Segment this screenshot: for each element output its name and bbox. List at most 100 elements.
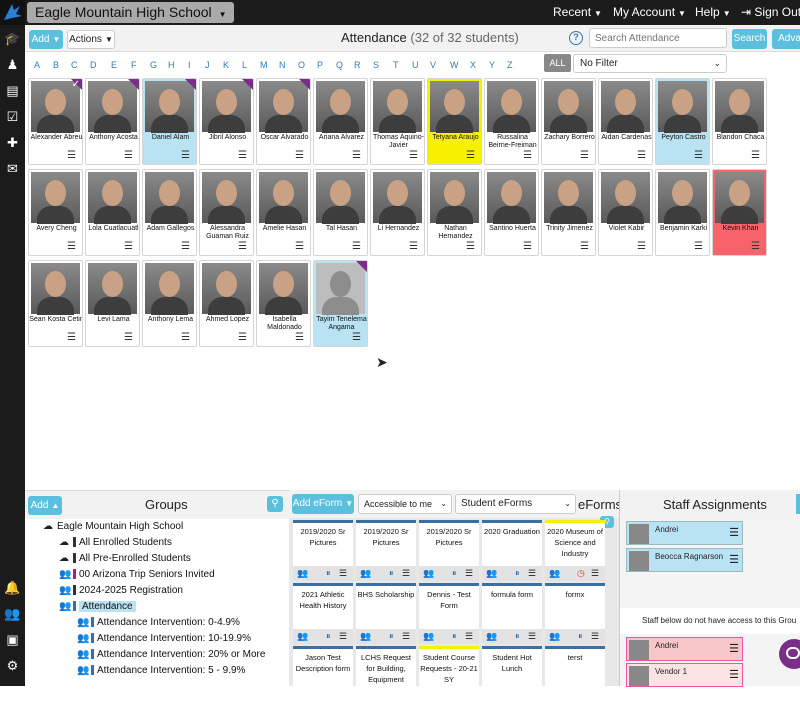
hamburger-menu-icon[interactable]: ☰	[729, 526, 739, 539]
letter-filter-w[interactable]: W	[450, 60, 459, 70]
group-tree-item[interactable]: 👥 Attendance Intervention: 10-19.9%	[77, 633, 251, 644]
hamburger-menu-icon[interactable]: ☰	[181, 150, 190, 161]
student-card[interactable]: Blandon Chaca ☰	[712, 78, 767, 165]
student-card[interactable]: Russalina Beirne-Freiman ☰	[484, 78, 539, 165]
eform-card[interactable]: 2019/2020 Sr Pictures 👥 ⏸ ☰	[419, 520, 479, 581]
eform-card[interactable]: Jason Test Description form	[293, 646, 353, 707]
eform-card[interactable]: BHS Scholarship 👥 ⏸ ☰	[356, 583, 416, 644]
pause-icon[interactable]: ⏸	[515, 631, 520, 642]
hamburger-menu-icon[interactable]: ☰	[295, 332, 304, 343]
users-icon[interactable]: 👥	[549, 631, 560, 642]
letter-filter-t[interactable]: T	[393, 60, 399, 70]
eform-card[interactable]: Student Hot Lunch	[482, 646, 542, 707]
student-card[interactable]: Tayim Tenelema Angama ☰	[313, 260, 368, 347]
letter-filter-e[interactable]: E	[111, 60, 117, 70]
group-tree-item[interactable]: 👥 2024-2025 Registration	[59, 585, 183, 596]
student-card[interactable]: Levi Lama ☰	[85, 260, 140, 347]
eform-type-select[interactable]: Student eForms ⌄	[455, 494, 576, 514]
group-tree-item[interactable]: 👥 Attendance	[59, 601, 136, 612]
letter-filter-c[interactable]: C	[71, 60, 78, 70]
hamburger-menu-icon[interactable]: ☰	[295, 241, 304, 252]
user-tie-icon[interactable]: ♟	[4, 56, 21, 73]
hamburger-menu-icon[interactable]: ☰	[402, 568, 410, 579]
hamburger-menu-icon[interactable]: ☰	[352, 150, 361, 161]
hamburger-menu-icon[interactable]: ☰	[339, 568, 347, 579]
letter-filter-d[interactable]: D	[90, 60, 97, 70]
letter-filter-z[interactable]: Z	[507, 60, 513, 70]
search-input[interactable]	[589, 28, 727, 48]
group-tree-item[interactable]: 👥 Attendance Intervention: 5 - 9.9%	[77, 665, 245, 676]
student-card[interactable]: Peyton Castro ☰	[655, 78, 710, 165]
school-selector[interactable]: Eagle Mountain High School ▼	[27, 2, 235, 23]
hamburger-menu-icon[interactable]: ☰	[729, 642, 739, 655]
student-card[interactable]: Ahmed Lopez ☰	[199, 260, 254, 347]
letter-filter-j[interactable]: J	[205, 60, 210, 70]
letter-filter-a[interactable]: A	[34, 60, 40, 70]
staff-no-access-item[interactable]: Andrei ☰	[626, 637, 743, 661]
student-card[interactable]: Ariana Alvarez ☰	[313, 78, 368, 165]
add-eform-button[interactable]: Add eForm ▼	[292, 494, 354, 514]
hamburger-menu-icon[interactable]: ☰	[67, 150, 76, 161]
hamburger-menu-icon[interactable]: ☰	[528, 568, 536, 579]
letter-filter-g[interactable]: G	[150, 60, 157, 70]
hamburger-menu-icon[interactable]: ☰	[124, 332, 133, 343]
letter-filter-h[interactable]: H	[168, 60, 175, 70]
hamburger-menu-icon[interactable]: ☰	[402, 631, 410, 642]
add-button[interactable]: Add ▼	[29, 30, 63, 49]
hamburger-menu-icon[interactable]: ☰	[528, 631, 536, 642]
letter-filter-x[interactable]: X	[470, 60, 476, 70]
eform-card[interactable]: 2021 Athletic Health History 👥 ⏸ ☰	[293, 583, 353, 644]
hamburger-menu-icon[interactable]: ☰	[352, 332, 361, 343]
eform-card[interactable]: LCHS Request for Building, Equipment	[356, 646, 416, 707]
eform-card[interactable]: 2020 Graduation 👥 ⏸ ☰	[482, 520, 542, 581]
hamburger-menu-icon[interactable]: ☰	[409, 241, 418, 252]
student-card[interactable]: Thomas Aquino-Javier ☰	[370, 78, 425, 165]
pause-icon[interactable]: ⏸	[515, 568, 520, 579]
eform-card[interactable]: terst	[545, 646, 605, 707]
app-logo[interactable]	[0, 0, 25, 25]
hamburger-menu-icon[interactable]: ☰	[466, 241, 475, 252]
eform-card[interactable]: Dennis - Test Form 👥 ⏸ ☰	[419, 583, 479, 644]
student-card[interactable]: Anthony Lema ☰	[142, 260, 197, 347]
pause-icon[interactable]: ⏸	[326, 568, 331, 579]
eform-card[interactable]: 2019/2020 Sr Pictures 👥 ⏸ ☰	[293, 520, 353, 581]
actions-button[interactable]: Actions ▼	[67, 30, 115, 49]
student-card[interactable]: Tetyana Araujo ☰	[427, 78, 482, 165]
group-tree-item[interactable]: ☁ Eagle Mountain High School	[43, 521, 183, 532]
hamburger-menu-icon[interactable]: ☰	[67, 241, 76, 252]
pause-icon[interactable]: ⏸	[326, 631, 331, 642]
access-select[interactable]: Accessible to me ⌄	[358, 494, 452, 514]
recent-menu[interactable]: Recent ▼	[553, 0, 602, 25]
student-card[interactable]: Violet Kabir ☰	[598, 169, 653, 256]
hamburger-menu-icon[interactable]: ☰	[523, 150, 532, 161]
puzzle-icon[interactable]: ✚	[4, 134, 21, 151]
hamburger-menu-icon[interactable]: ☰	[352, 241, 361, 252]
hamburger-menu-icon[interactable]: ☰	[181, 241, 190, 252]
letter-filter-v[interactable]: V	[430, 60, 436, 70]
bell-icon[interactable]: 🔔	[4, 579, 21, 596]
hamburger-menu-icon[interactable]: ☰	[295, 150, 304, 161]
hamburger-menu-icon[interactable]: ☰	[580, 150, 589, 161]
student-card[interactable]: Daniel Alam ☰	[142, 78, 197, 165]
student-card[interactable]: Adam Gallegos ☰	[142, 169, 197, 256]
letter-filter-k[interactable]: K	[223, 60, 229, 70]
letter-filter-q[interactable]: Q	[336, 60, 343, 70]
hamburger-menu-icon[interactable]: ☰	[751, 150, 760, 161]
letter-filter-r[interactable]: R	[354, 60, 361, 70]
gear-icon[interactable]: ⚙	[4, 657, 21, 674]
student-card[interactable]: Tal Hasan ☰	[313, 169, 368, 256]
my-account-menu[interactable]: My Account ▼	[613, 0, 686, 25]
staff-add-button[interactable]	[796, 494, 800, 514]
hamburger-menu-icon[interactable]: ☰	[729, 553, 739, 566]
hamburger-menu-icon[interactable]: ☰	[523, 241, 532, 252]
hamburger-menu-icon[interactable]: ☰	[729, 668, 739, 681]
help-menu[interactable]: Help ▼	[695, 0, 731, 25]
hamburger-menu-icon[interactable]: ☰	[694, 241, 703, 252]
filter-select[interactable]: No Filter ⌄	[573, 54, 727, 73]
users-icon[interactable]: 👥	[297, 568, 308, 579]
pause-icon[interactable]: ⏸	[452, 568, 457, 579]
users-icon[interactable]: 👥	[423, 631, 434, 642]
document-icon[interactable]: ▤	[4, 82, 21, 99]
letter-filter-i[interactable]: I	[188, 60, 191, 70]
groups-search-icon[interactable]: ⚲	[267, 496, 283, 512]
